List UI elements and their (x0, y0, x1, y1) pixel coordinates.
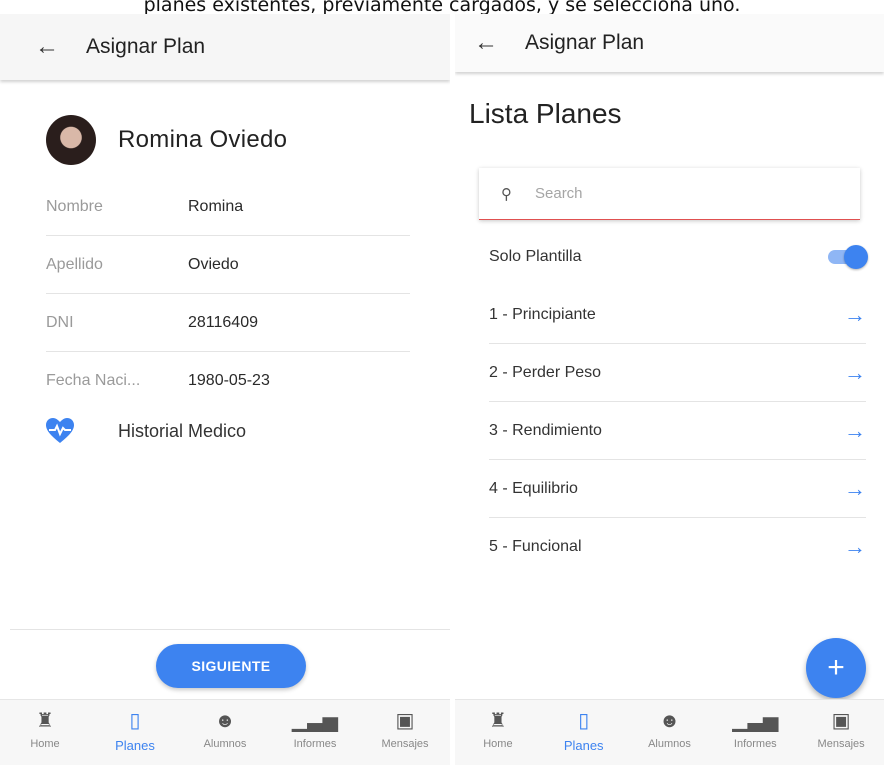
nav-label: Planes (563, 738, 604, 753)
plus-icon: + (827, 651, 845, 684)
bar-chart-icon: ▁▃▅ (732, 710, 779, 732)
template-toggle-switch[interactable] (826, 245, 868, 269)
chat-icon: ▣ (395, 710, 415, 732)
nav-item-informes[interactable]: ▁▃▅ Informes (270, 700, 360, 765)
info-label: Nombre (46, 197, 103, 215)
home-icon: ♜ (36, 710, 54, 732)
info-value: Romina (188, 197, 244, 215)
medical-history-link[interactable]: Historial Medico (46, 406, 450, 456)
plan-label: 2 - Perder Peso (489, 363, 602, 381)
clipboard-icon: ▯ (578, 710, 590, 732)
info-label: Fecha Naci... (46, 372, 141, 389)
divider (10, 629, 450, 630)
nav-label: Planes (115, 738, 155, 753)
search-input[interactable] (535, 185, 785, 202)
arrow-right-icon: → (844, 475, 866, 501)
avatar (46, 115, 96, 165)
app-bar: ← Asignar Plan (0, 14, 450, 80)
nav-item-alumnos[interactable]: ☻ Alumnos (627, 700, 713, 765)
nav-item-home[interactable]: ♜ Home (0, 700, 90, 765)
list-item-plan-1[interactable]: 1 - Principiante → (489, 286, 866, 344)
list-item-plan-5[interactable]: 5 - Funcional → (489, 518, 866, 576)
nav-item-informes[interactable]: ▁▃▅ Informes (712, 700, 798, 765)
toggle-label: Solo Plantilla (489, 248, 582, 265)
bottom-navigation: ♜ Home ▯ Planes ☻ Alumnos ▁▃▅ Informes ▣… (0, 699, 450, 765)
nav-item-planes[interactable]: ▯ Planes (90, 700, 180, 765)
arrow-right-icon: → (844, 534, 866, 559)
nav-item-alumnos[interactable]: ☻ Alumnos (180, 700, 270, 765)
arrow-left-icon[interactable]: ← (22, 33, 72, 61)
info-row-apellido: Apellido Oviedo (46, 236, 410, 294)
search-bar: ⚲ (479, 168, 860, 220)
arrow-left-icon[interactable]: ← (463, 29, 509, 57)
nav-label: Home (30, 738, 60, 750)
nav-label: Mensajes (381, 738, 429, 750)
list-title: Lista Planes (469, 98, 622, 129)
template-toggle-row: Solo Plantilla (489, 228, 868, 286)
search-icon: ⚲ (501, 185, 512, 203)
info-value: Oviedo (188, 255, 239, 273)
people-icon: ☻ (214, 710, 236, 732)
plan-label: 5 - Funcional (489, 538, 582, 555)
bar-chart-icon: ▁▃▅ (291, 710, 339, 732)
next-button[interactable]: SIGUIENTE (156, 644, 306, 688)
list-item-plan-3[interactable]: 3 - Rendimiento → (489, 402, 866, 460)
list-item-plan-4[interactable]: 4 - Equilibrio → (489, 460, 866, 518)
nav-item-planes[interactable]: ▯ Planes (541, 700, 627, 765)
profile-header: Romina Oviedo (0, 80, 450, 178)
nav-label: Informes (293, 738, 337, 750)
info-row-fecha-nacimiento: Fecha Naci... 1980-05-23 (46, 352, 410, 410)
plan-label: 1 - Principiante (489, 305, 596, 323)
switch-thumb (844, 245, 868, 269)
plan-label: 4 - Equilibrio (489, 479, 578, 497)
medical-history-label: Historial Medico (118, 420, 247, 441)
info-value: 1980-05-23 (188, 372, 270, 389)
add-plan-button[interactable]: + (806, 638, 866, 698)
info-label: Apellido (46, 255, 103, 273)
clipboard-icon: ▯ (129, 710, 141, 732)
nav-label: Alumnos (648, 738, 691, 750)
app-bar: ← Asignar Plan (455, 14, 884, 72)
info-label: DNI (46, 313, 74, 331)
profile-name: Romina Oviedo (118, 126, 288, 153)
arrow-right-icon: → (844, 417, 866, 443)
arrow-right-icon: → (844, 359, 866, 385)
arrow-right-icon: → (844, 301, 866, 327)
nav-item-home[interactable]: ♜ Home (455, 700, 541, 765)
bottom-navigation: ♜ Home ▯ Planes ☻ Alumnos ▁▃▅ Informes ▣… (455, 699, 884, 765)
plan-label: 3 - Rendimiento (489, 421, 602, 439)
chat-icon: ▣ (831, 710, 851, 732)
plan-list-screen: ← Asignar Plan Lista Planes ⚲ Solo Plant… (455, 14, 884, 765)
home-icon: ♜ (488, 710, 507, 732)
nav-label: Informes (733, 738, 777, 750)
nav-item-mensajes[interactable]: ▣ Mensajes (798, 700, 884, 765)
page-title: Asignar Plan (525, 31, 645, 54)
heart-pulse-icon (46, 418, 74, 443)
nav-item-mensajes[interactable]: ▣ Mensajes (360, 700, 450, 765)
info-value: 28116409 (188, 313, 258, 331)
people-icon: ☻ (658, 710, 681, 732)
page-title: Asignar Plan (86, 35, 206, 58)
list-item-plan-2[interactable]: 2 - Perder Peso → (489, 344, 866, 402)
info-row-dni: DNI 28116409 (46, 294, 410, 352)
nav-label: Home (483, 738, 513, 750)
nav-label: Alumnos (203, 738, 247, 750)
nav-label: Mensajes (817, 738, 865, 750)
info-row-nombre: Nombre Romina (46, 178, 410, 236)
assign-plan-profile-screen: ← Asignar Plan Romina Oviedo Nombre Romi… (0, 14, 450, 765)
